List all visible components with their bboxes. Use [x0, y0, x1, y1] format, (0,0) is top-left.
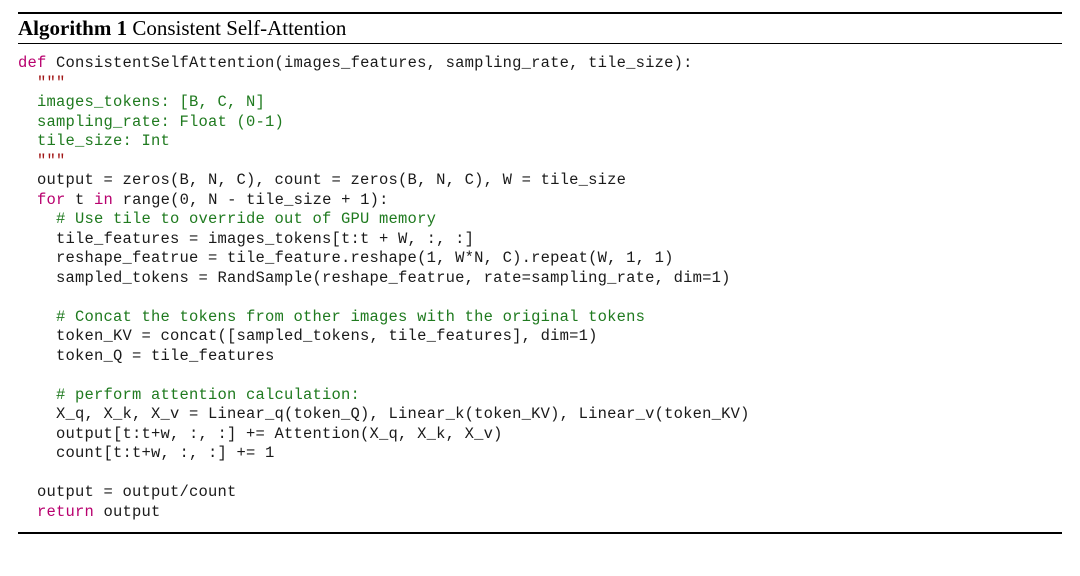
code-line: reshape_featrue = tile_feature.reshape(1… [18, 249, 1062, 269]
code-token: range(0, N - tile_size + 1): [113, 191, 389, 209]
code-token: ConsistentSelfAttention(images_features,… [47, 54, 693, 72]
algorithm-block: Algorithm 1 Consistent Self-Attention de… [18, 12, 1062, 534]
code-token: sampled_tokens = RandSample(reshape_feat… [18, 269, 731, 287]
code-token: reshape_featrue = tile_feature.reshape(1… [18, 249, 674, 267]
code-line: output = output/count [18, 483, 1062, 503]
code-token: """ [18, 74, 66, 92]
code-token: """ [18, 152, 66, 170]
code-line: return output [18, 503, 1062, 523]
code-token: output [94, 503, 161, 521]
algorithm-caption: Consistent Self-Attention [127, 16, 346, 40]
code-token: count[t:t+w, :, :] += 1 [18, 444, 275, 462]
code-token: for [37, 191, 66, 209]
code-line: for t in range(0, N - tile_size + 1): [18, 191, 1062, 211]
code-token: # perform attention calculation: [18, 386, 360, 404]
code-line: token_Q = tile_features [18, 347, 1062, 367]
code-token: t [66, 191, 95, 209]
code-line: tile_features = images_tokens[t:t + W, :… [18, 230, 1062, 250]
code-token: tile_features = images_tokens[t:t + W, :… [18, 230, 474, 248]
code-line: tile_size: Int [18, 132, 1062, 152]
code-token: def [18, 54, 47, 72]
code-token: return [37, 503, 94, 521]
code-line: count[t:t+w, :, :] += 1 [18, 444, 1062, 464]
code-token: output = output/count [18, 483, 237, 501]
algorithm-number: Algorithm 1 [18, 16, 127, 40]
code-line: # Use tile to override out of GPU memory [18, 210, 1062, 230]
code-line [18, 288, 1062, 308]
algorithm-title: Algorithm 1 Consistent Self-Attention [18, 14, 1062, 44]
code-token [18, 191, 37, 209]
code-token: token_Q = tile_features [18, 347, 275, 365]
code-line: token_KV = concat([sampled_tokens, tile_… [18, 327, 1062, 347]
code-token: # Use tile to override out of GPU memory [18, 210, 436, 228]
code-line: sampled_tokens = RandSample(reshape_feat… [18, 269, 1062, 289]
code-token: output = zeros(B, N, C), count = zeros(B… [18, 171, 626, 189]
code-line: output[t:t+w, :, :] += Attention(X_q, X_… [18, 425, 1062, 445]
code-line: # Concat the tokens from other images wi… [18, 308, 1062, 328]
code-line [18, 366, 1062, 386]
code-line: output = zeros(B, N, C), count = zeros(B… [18, 171, 1062, 191]
code-token [18, 503, 37, 521]
algorithm-body: def ConsistentSelfAttention(images_featu… [18, 44, 1062, 532]
code-line: """ [18, 152, 1062, 172]
code-token: output[t:t+w, :, :] += Attention(X_q, X_… [18, 425, 503, 443]
code-token: # Concat the tokens from other images wi… [18, 308, 645, 326]
code-token: in [94, 191, 113, 209]
code-line: """ [18, 74, 1062, 94]
code-line: images_tokens: [B, C, N] [18, 93, 1062, 113]
code-token: X_q, X_k, X_v = Linear_q(token_Q), Linea… [18, 405, 750, 423]
code-token: sampling_rate: Float (0-1) [18, 113, 284, 131]
code-token: token_KV = concat([sampled_tokens, tile_… [18, 327, 598, 345]
code-line: X_q, X_k, X_v = Linear_q(token_Q), Linea… [18, 405, 1062, 425]
code-line: def ConsistentSelfAttention(images_featu… [18, 54, 1062, 74]
code-token: images_tokens: [B, C, N] [18, 93, 265, 111]
code-line: sampling_rate: Float (0-1) [18, 113, 1062, 133]
code-line: # perform attention calculation: [18, 386, 1062, 406]
code-line [18, 464, 1062, 484]
code-token: tile_size: Int [18, 132, 170, 150]
